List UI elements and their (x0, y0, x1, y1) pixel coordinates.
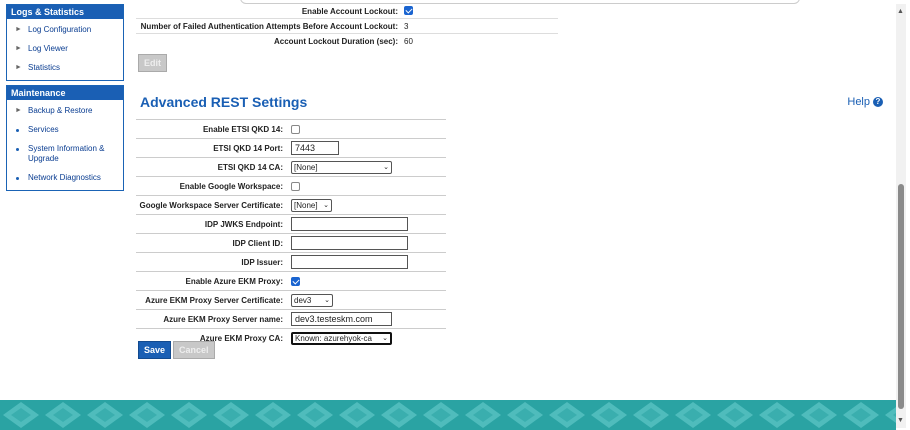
lockout-row-duration: Account Lockout Duration (sec): 60 (136, 34, 558, 49)
etsi-ca-label: ETSI QKD 14 CA: (217, 162, 283, 172)
chevron-down-icon: ⌄ (382, 334, 388, 342)
lockout-duration-value: 60 (404, 37, 413, 46)
azure-name-label: Azure EKM Proxy Server name: (163, 314, 283, 324)
chevron-down-icon: ⌄ (324, 296, 330, 304)
maintenance-panel: Maintenance ► Backup & Restore Services S… (6, 85, 124, 191)
gw-cert-selected: [None] (294, 200, 318, 210)
triangle-right-icon: ► (15, 45, 22, 52)
row-idp-issuer: IDP Issuer: (136, 252, 446, 271)
lockout-row-enable: Enable Account Lockout: (136, 4, 558, 19)
row-azure-enable: Enable Azure EKM Proxy: (136, 271, 446, 290)
chevron-down-icon: ⌄ (323, 201, 329, 209)
azure-enable-checkbox[interactable] (291, 276, 300, 286)
failed-attempts-label: Number of Failed Authentication Attempts… (140, 21, 398, 31)
sidebar-item-log-configuration[interactable]: ► Log Configuration (7, 21, 123, 40)
advanced-rest-form: Enable ETSI QKD 14: ETSI QKD 14 Port: 74… (136, 119, 446, 347)
etsi-ca-select[interactable]: [None] ⌄ (291, 160, 392, 174)
sidebar-item-log-viewer[interactable]: ► Log Viewer (7, 40, 123, 59)
idp-jwks-label: IDP JWKS Endpoint: (204, 219, 283, 229)
etsi-port-label: ETSI QKD 14 Port: (213, 143, 283, 153)
form-actions: Save Cancel (138, 341, 215, 359)
edit-button[interactable]: Edit (138, 54, 167, 72)
row-azure-cert: Azure EKM Proxy Server Certificate: dev3… (136, 290, 446, 309)
gw-cert-select[interactable]: [None] ⌄ (291, 198, 332, 212)
sidebar-item-system-information[interactable]: System Information & Upgrade (7, 140, 123, 169)
bullet-icon (16, 129, 19, 132)
help-link[interactable]: Help ? (847, 96, 883, 108)
azure-ca-select[interactable]: Known: azurehyok-ca ⌄ (291, 331, 392, 345)
row-azure-name: Azure EKM Proxy Server name: dev3.testes… (136, 309, 446, 328)
sidebar-item-network-diagnostics[interactable]: Network Diagnostics (7, 169, 123, 188)
sidebar: Logs & Statistics ► Log Configuration ► Lo… (6, 4, 124, 195)
azure-name-input[interactable]: dev3.testeskm.com (291, 312, 392, 326)
row-etsi-enable: Enable ETSI QKD 14: (136, 119, 446, 138)
bullet-icon (16, 148, 19, 151)
row-etsi-ca: ETSI QKD 14 CA: [None] ⌄ (136, 157, 446, 176)
azure-cert-selected: dev3 (294, 295, 312, 305)
azure-cert-select[interactable]: dev3 ⌄ (291, 293, 333, 307)
scroll-up-arrow-icon[interactable]: ▲ (897, 8, 904, 15)
gw-enable-label: Enable Google Workspace: (179, 181, 283, 191)
scroll-down-arrow-icon[interactable]: ▼ (897, 417, 904, 424)
sidebar-item-statistics[interactable]: ► Statistics (7, 59, 123, 78)
triangle-right-icon: ► (15, 107, 22, 114)
logs-statistics-panel: Logs & Statistics ► Log Configuration ► Lo… (6, 4, 124, 81)
triangle-right-icon: ► (15, 26, 22, 33)
sidebar-item-services[interactable]: Services (7, 121, 123, 140)
row-gw-enable: Enable Google Workspace: (136, 176, 446, 195)
row-etsi-port: ETSI QKD 14 Port: 7443 (136, 138, 446, 157)
etsi-enable-label: Enable ETSI QKD 14: (202, 124, 283, 134)
idp-client-label: IDP Client ID: (232, 238, 283, 248)
gw-cert-label: Google Workspace Server Certificate: (139, 200, 283, 210)
enable-lockout-checkbox (404, 5, 413, 15)
logs-statistics-title: Logs & Statistics (7, 5, 123, 19)
cancel-button[interactable]: Cancel (173, 341, 215, 359)
etsi-enable-checkbox[interactable] (291, 124, 300, 134)
idp-issuer-input[interactable] (291, 255, 408, 269)
triangle-right-icon: ► (15, 64, 22, 71)
maintenance-title: Maintenance (7, 86, 123, 100)
azure-cert-label: Azure EKM Proxy Server Certificate: (145, 295, 283, 305)
idp-client-input[interactable] (291, 236, 408, 250)
etsi-port-input[interactable]: 7443 (291, 141, 339, 155)
bullet-icon (16, 177, 19, 180)
row-idp-client: IDP Client ID: (136, 233, 446, 252)
etsi-ca-selected: [None] (294, 162, 318, 172)
idp-issuer-label: IDP Issuer: (241, 257, 283, 267)
gw-enable-checkbox[interactable] (291, 181, 300, 191)
footer-banner (0, 400, 896, 430)
row-idp-jwks: IDP JWKS Endpoint: (136, 214, 446, 233)
enable-lockout-label: Enable Account Lockout: (301, 6, 398, 16)
chevron-down-icon: ⌄ (383, 163, 389, 171)
account-lockout-table: Enable Account Lockout: Number of Failed… (136, 4, 558, 49)
lockout-row-attempts: Number of Failed Authentication Attempts… (136, 19, 558, 34)
azure-enable-label: Enable Azure EKM Proxy: (185, 276, 283, 286)
azure-ca-selected: Known: azurehyok-ca (295, 333, 372, 343)
failed-attempts-value: 3 (404, 21, 409, 31)
vertical-scrollbar[interactable]: ▲ ▼ (896, 4, 906, 428)
lockout-duration-label: Account Lockout Duration (sec): (273, 37, 398, 46)
sidebar-item-backup-restore[interactable]: ► Backup & Restore (7, 102, 123, 121)
idp-jwks-input[interactable] (291, 217, 408, 231)
diamond-pattern-decoration (0, 400, 896, 430)
main-content: Enable Account Lockout: Number of Failed… (136, 4, 891, 400)
row-gw-cert: Google Workspace Server Certificate: [No… (136, 195, 446, 214)
save-button[interactable]: Save (138, 341, 172, 359)
scrollbar-thumb[interactable] (898, 184, 904, 409)
section-title: Advanced REST Settings (140, 94, 308, 110)
help-icon: ? (873, 97, 883, 107)
help-label: Help (847, 96, 870, 108)
